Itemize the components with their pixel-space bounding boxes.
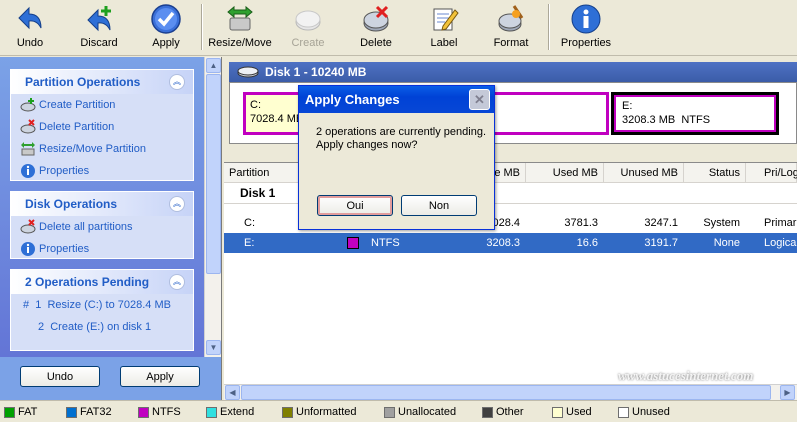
- pending-operations-header[interactable]: 2 Operations Pending ︽: [11, 270, 193, 294]
- col-unused[interactable]: Unused MB: [604, 163, 684, 183]
- delete-partition-link[interactable]: Delete Partition: [11, 116, 193, 138]
- scroll-thumb[interactable]: [241, 385, 771, 400]
- delete-all-icon: [19, 218, 37, 236]
- format-icon: [494, 2, 528, 36]
- no-button[interactable]: Non: [401, 195, 477, 216]
- legend-other: Other: [482, 406, 524, 418]
- legend-fat: FAT: [4, 406, 37, 418]
- create-partition-icon: [19, 96, 37, 114]
- pending-item[interactable]: 2 Create (E:) on disk 1: [11, 316, 193, 338]
- partition-operations-header[interactable]: Partition Operations ︽: [11, 70, 193, 94]
- delete-partition-icon: [19, 118, 37, 136]
- toolbar-separator: [201, 4, 203, 50]
- legend-unused: Unused: [618, 406, 670, 418]
- scroll-down-icon[interactable]: ▼: [206, 340, 221, 355]
- undo-arrow-icon: [13, 2, 47, 36]
- disk-icon: [237, 66, 259, 78]
- info-icon: [569, 2, 603, 36]
- apply-button[interactable]: Apply: [146, 2, 186, 54]
- scroll-right-icon[interactable]: ▶: [780, 385, 795, 400]
- legend-extend: Extend: [206, 406, 254, 418]
- create-button[interactable]: Create: [288, 2, 328, 54]
- delete-button[interactable]: Delete: [356, 2, 396, 54]
- pending-item[interactable]: # 1 Resize (C:) to 7028.4 MB: [11, 294, 193, 316]
- discard-icon: [82, 2, 116, 36]
- legend-unformatted: Unformatted: [282, 406, 357, 418]
- disk-header: Disk 1 - 10240 MB: [229, 62, 797, 82]
- disk-operations-group: Disk Operations ︽ Delete all partitions …: [10, 191, 194, 259]
- info-icon: [19, 240, 37, 258]
- watermark: www.astucesinternet.com: [618, 368, 754, 383]
- task-pane-scrollbar[interactable]: ▲ ▼: [204, 57, 221, 357]
- collapse-icon[interactable]: ︽: [169, 74, 185, 90]
- create-partition-link[interactable]: Create Partition: [11, 94, 193, 116]
- label-button[interactable]: Label: [424, 2, 464, 54]
- dialog-message: 2 operations are currently pending. Appl…: [316, 126, 486, 151]
- apply-check-icon: [149, 2, 183, 36]
- scroll-left-icon[interactable]: ◀: [225, 385, 240, 400]
- yes-button[interactable]: Oui: [317, 195, 393, 216]
- toolbar-separator: [548, 4, 550, 50]
- col-prilog[interactable]: Pri/Log: [746, 163, 797, 183]
- resize-move-partition-icon: [19, 140, 37, 158]
- task-pane: Partition Operations ︽ Create Partition …: [0, 57, 222, 400]
- disk-operations-header[interactable]: Disk Operations ︽: [11, 192, 193, 216]
- resize-move-partition-link[interactable]: Resize/Move Partition: [11, 138, 193, 160]
- col-status[interactable]: Status: [684, 163, 746, 183]
- discard-button[interactable]: Discard: [76, 2, 122, 54]
- legend: FAT FAT32 NTFS Extend Unformatted Unallo…: [0, 400, 797, 422]
- resize-move-icon: [223, 2, 257, 36]
- table-row-selected[interactable]: E: NTFS 3208.3 16.6 3191.7 None Logica: [224, 233, 797, 253]
- format-button[interactable]: Format: [490, 2, 532, 54]
- delete-all-partitions-link[interactable]: Delete all partitions: [11, 216, 193, 238]
- partition-operations-group: Partition Operations ︽ Create Partition …: [10, 69, 194, 181]
- legend-fat32: FAT32: [66, 406, 112, 418]
- resize-move-button[interactable]: Resize/Move: [208, 2, 272, 54]
- legend-used: Used: [552, 406, 592, 418]
- apply-changes-dialog: Apply Changes ✕ 2 operations are current…: [298, 85, 495, 230]
- toolbar: Undo Discard Apply Resize/Move Create De…: [0, 0, 797, 56]
- undo-pane-button[interactable]: Undo: [20, 366, 100, 387]
- apply-pane-button[interactable]: Apply: [120, 366, 200, 387]
- label-pencil-icon: [427, 2, 461, 36]
- info-icon: [19, 162, 37, 180]
- collapse-icon[interactable]: ︽: [169, 274, 185, 290]
- col-used[interactable]: Used MB: [526, 163, 604, 183]
- disk-properties-link[interactable]: Properties: [11, 238, 193, 260]
- collapse-icon[interactable]: ︽: [169, 196, 185, 212]
- ntfs-swatch: [347, 233, 359, 253]
- pending-operations-group: 2 Operations Pending ︽ # 1 Resize (C:) t…: [10, 269, 194, 351]
- delete-disk-icon: [359, 2, 393, 36]
- dialog-titlebar[interactable]: Apply Changes ✕: [299, 86, 494, 113]
- scroll-thumb[interactable]: [206, 74, 221, 274]
- close-icon[interactable]: ✕: [469, 89, 490, 110]
- legend-ntfs: NTFS: [138, 406, 181, 418]
- partition-e-block[interactable]: E: 3208.3 MB NTFS: [611, 92, 779, 135]
- properties-button[interactable]: Properties: [558, 2, 614, 54]
- undo-button[interactable]: Undo: [8, 2, 52, 54]
- scroll-up-icon[interactable]: ▲: [206, 58, 221, 73]
- task-pane-content: Partition Operations ︽ Create Partition …: [0, 57, 204, 357]
- partition-properties-link[interactable]: Properties: [11, 160, 193, 182]
- create-disk-icon: [291, 2, 325, 36]
- table-horizontal-scrollbar[interactable]: ◀ ▶: [224, 384, 797, 400]
- col-partition[interactable]: Partition: [224, 163, 299, 183]
- legend-unallocated: Unallocated: [384, 406, 456, 418]
